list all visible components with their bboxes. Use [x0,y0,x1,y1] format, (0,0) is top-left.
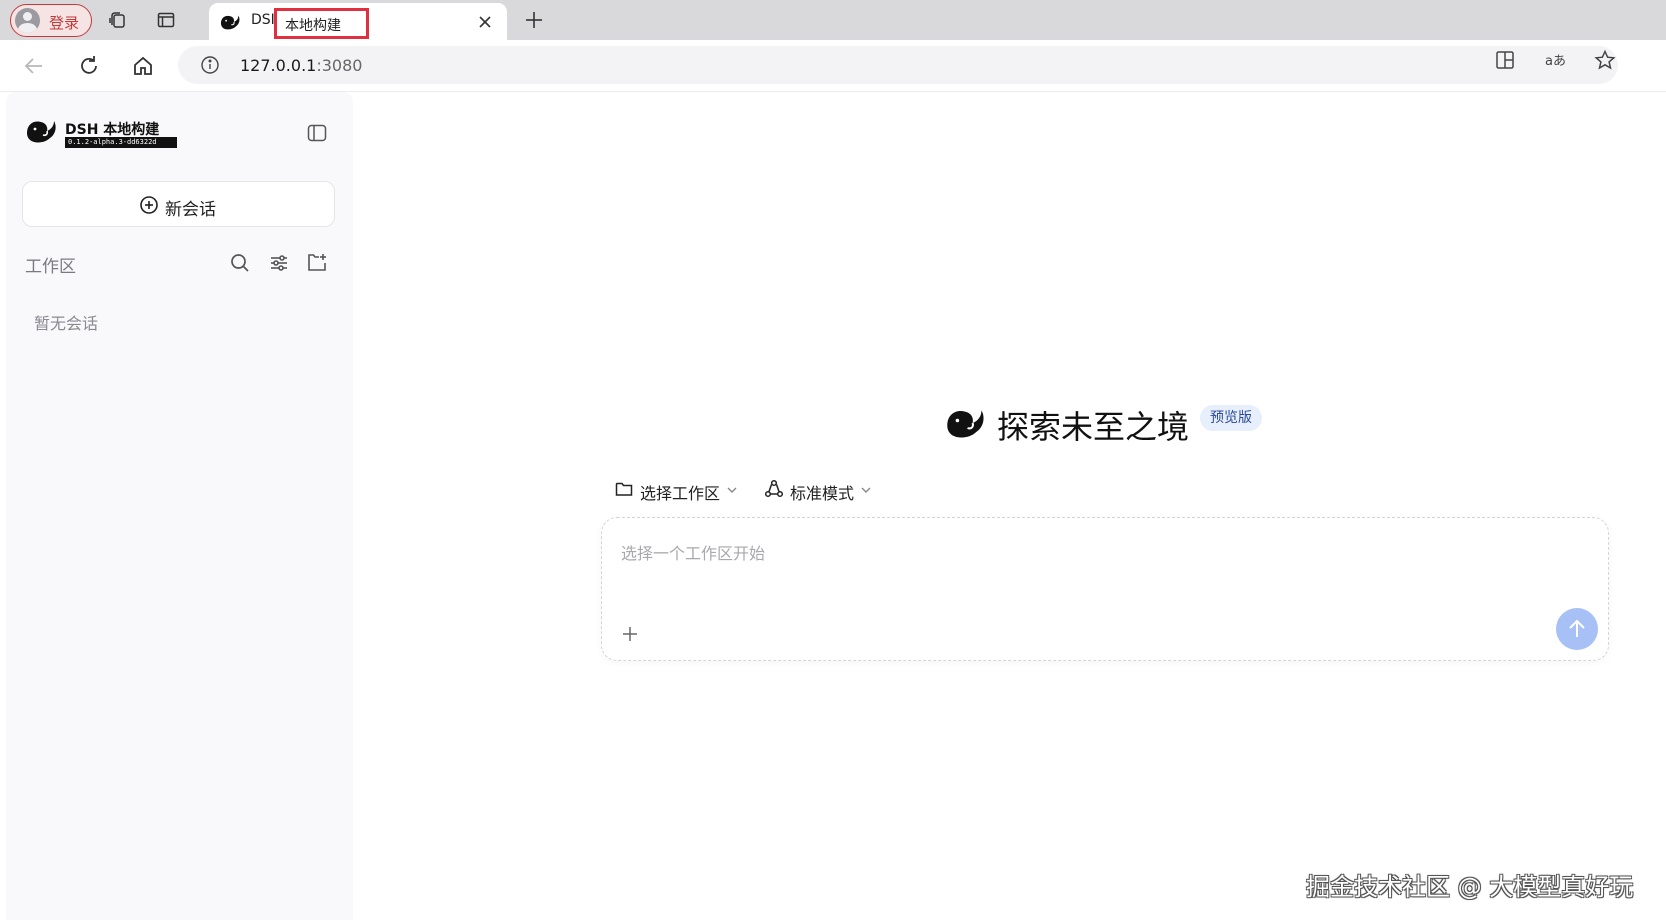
sidebar-toggle-icon[interactable] [306,122,328,144]
new-chat-label: 新会话 [165,200,216,220]
tab-title-highlight: 本地构建 [285,18,341,34]
collections-icon[interactable] [107,10,127,30]
version-badge: 0.1.2-alpha.3-dd6322d [65,137,177,148]
tab-title-highlight-box: 本地构建 [274,8,369,39]
send-button[interactable] [1556,608,1598,650]
login-button[interactable]: 登录 [10,4,92,37]
browser-address-bar: 127.0.0.1:3080 aあ [0,40,1666,92]
url-host: 127.0.0.1 [240,56,317,75]
hero-title: 探索未至之境 [997,408,1190,446]
folder-icon [615,482,633,496]
sidebar: DSH 本地构建 0.1.2-alpha.3-dd6322d 新会话 工作区 暂… [6,92,353,920]
empty-sessions-label: 暂无会话 [34,314,99,333]
chevron-down-icon [727,487,737,493]
new-chat-button[interactable]: 新会话 [22,181,335,227]
message-input[interactable] [621,540,1481,566]
url-port: :3080 [316,56,363,75]
url-text: 127.0.0.1:3080 [240,56,362,75]
home-icon[interactable] [131,54,155,78]
plus-icon[interactable] [620,624,640,644]
svg-text:aあ: aあ [1545,54,1566,69]
browser-tab-bar: 登录 DSI 本地构建 [0,0,1666,40]
tab-title: DSI [251,12,275,28]
split-screen-icon[interactable] [1494,49,1516,71]
preview-badge: 预览版 [1200,405,1262,431]
arrow-up-icon [1569,619,1585,637]
watermark-text: 掘金技术社区 @ 大模型真好玩 [1306,873,1634,901]
workspace-section-label: 工作区 [25,257,76,277]
mode-dropdown[interactable]: 标准模式 [764,478,874,503]
close-icon[interactable] [477,14,493,30]
info-icon[interactable] [200,55,220,75]
brand-name: DSH 本地构建 [65,122,160,138]
plus-circle-icon [140,196,158,214]
plus-icon[interactable] [523,9,545,31]
search-icon[interactable] [229,252,251,274]
new-folder-icon[interactable] [306,252,328,274]
refresh-icon[interactable] [77,54,101,78]
whale-icon [220,15,240,30]
whale-logo-icon [947,410,984,438]
address-bar-input[interactable]: 127.0.0.1:3080 [178,46,1618,84]
chevron-down-icon [861,487,871,493]
browser-tab-active[interactable]: DSI 本地构建 [209,3,507,40]
translate-icon[interactable]: aあ [1544,49,1566,71]
user-avatar-icon [15,8,40,33]
filter-sliders-icon[interactable] [268,252,290,274]
tab-actions-icon[interactable] [156,10,176,30]
chat-composer [601,517,1609,661]
mode-icon [764,479,784,498]
favorite-star-icon[interactable] [1594,49,1616,71]
back-arrow-icon[interactable] [22,54,46,78]
login-label: 登录 [49,14,80,32]
select-workspace-dropdown[interactable]: 选择工作区 [614,478,740,503]
mode-label: 标准模式 [790,484,855,503]
select-workspace-label: 选择工作区 [640,484,721,503]
whale-logo-icon [27,121,56,143]
